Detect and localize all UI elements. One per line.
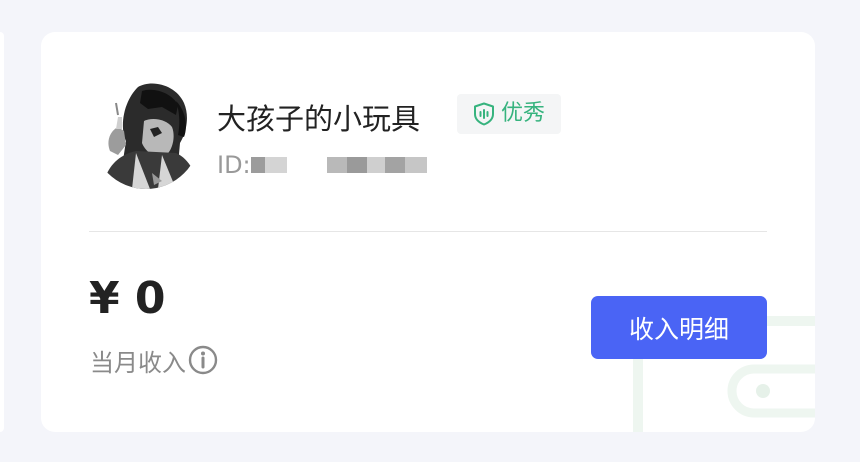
user-id: ID: — [217, 148, 435, 182]
income-amount: ¥ 0 — [89, 273, 166, 324]
monthly-income-label: 当月收入 — [90, 342, 218, 378]
user-name: 大孩子的小玩具 — [217, 102, 421, 136]
badge-label: 优秀 — [500, 101, 545, 126]
adjacent-card-edge — [0, 32, 4, 432]
monthly-income-text: 当月收入 — [90, 348, 186, 377]
income-card: 大孩子的小玩具 优秀 ID: ¥ 0 当月收入 收入明细 — [41, 32, 815, 432]
divider — [89, 231, 767, 232]
avatar[interactable] — [92, 81, 200, 189]
income-detail-button[interactable]: 收入明细 — [591, 296, 767, 359]
shield-icon — [473, 102, 494, 126]
quality-badge: 优秀 — [457, 94, 561, 134]
redacted-id-mask — [250, 157, 427, 173]
id-label: ID: — [217, 151, 251, 179]
avatar-photo — [92, 81, 200, 189]
info-icon[interactable] — [188, 345, 218, 375]
